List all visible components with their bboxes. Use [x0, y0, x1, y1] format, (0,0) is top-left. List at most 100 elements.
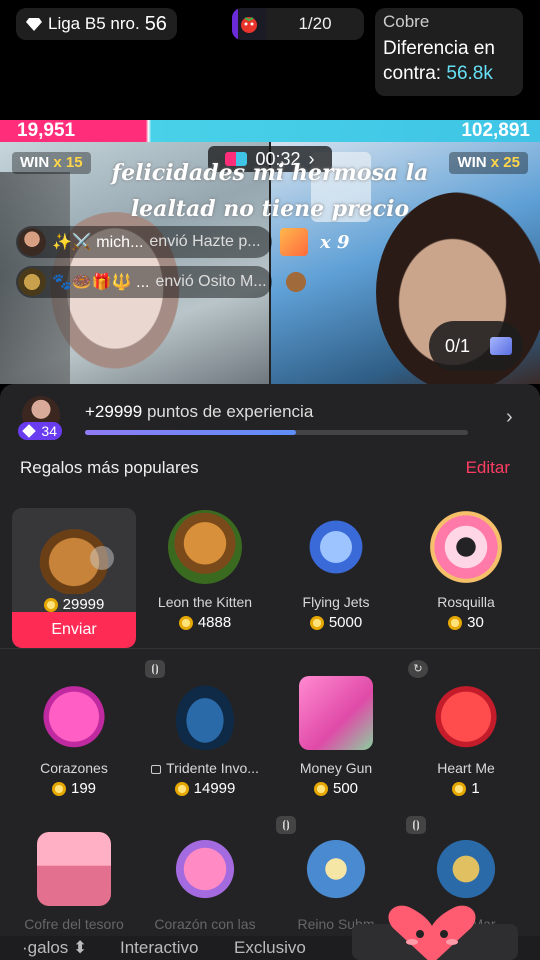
preview-icon[interactable] [90, 546, 114, 570]
gift-tridente[interactable]: ⦗⦘ Tridente Invo... 14999 [143, 660, 267, 797]
gift-leon-the-kitten[interactable]: Leon the Kitten 4888 [143, 510, 267, 631]
gift-price: 14999 [143, 780, 267, 797]
level-number: 34 [41, 423, 57, 439]
donut-gift-image [429, 510, 503, 584]
gift-reino-submarino[interactable]: ⦗⦘ Reino Subm [274, 816, 398, 932]
coin-icon [313, 781, 328, 796]
price-value: 1 [471, 780, 480, 797]
treasure-chest-gift-image [37, 832, 111, 906]
section-title: Regalos más populares [20, 458, 199, 477]
right-score: 102,891 [461, 120, 530, 141]
hearts-gift-image [37, 676, 111, 750]
tab-interactivo[interactable]: Interactivo [120, 938, 198, 958]
coin-icon [448, 615, 463, 630]
gift-name: Leon the Kitten [157, 594, 253, 610]
gift-name: Corazón con las [154, 916, 256, 932]
gift-event-1[interactable]: ✨⚔️ mich... envió Hazte p... [16, 226, 272, 258]
price-value: 199 [70, 780, 97, 797]
avatar [18, 268, 46, 296]
send-button[interactable]: Enviar [12, 612, 136, 648]
fan-badge-icon: ⦗⦘ [145, 660, 165, 678]
gift-price: 500 [274, 780, 398, 797]
gift-name: Flying Jets [302, 594, 370, 610]
gift-name: Money Gun [299, 760, 373, 776]
lock-icon [151, 765, 162, 774]
level-badge: 34 [18, 422, 62, 440]
lion-cub-gift-image [168, 510, 242, 584]
gift-combo: x 9 [320, 232, 350, 253]
gift-name: Heart Me [437, 760, 495, 776]
gift-name: Corazones [40, 760, 108, 776]
league-label: Liga B5 nro. [48, 14, 140, 33]
tab-regalos[interactable]: ·galos ⬍ [22, 938, 87, 958]
gift-rosquilla[interactable]: Rosquilla 30 [404, 510, 528, 631]
experience-points: +29999 [85, 402, 143, 421]
edit-button[interactable]: Editar [466, 458, 510, 478]
sender-name: ✨⚔️ mich... [52, 234, 144, 251]
bear-gift-icon [282, 268, 310, 296]
gift-corazon-con-las[interactable]: Corazón con las [143, 832, 267, 932]
gift-sent-text: envió Osito M... [155, 273, 267, 290]
fan-badge-icon: ⦗⦘ [406, 816, 426, 834]
gem-icon [22, 424, 36, 438]
live-stream[interactable]: WIN x 15 WIN x 25 00:32 › felicidades mi… [0, 142, 540, 384]
top-bar: Liga B5 nro. 56 1/20 Cobre Diferencia en… [0, 0, 540, 120]
fan-badge-icon: ⦗⦘ [276, 816, 296, 834]
price-value: 5000 [328, 614, 363, 631]
gift-event-2[interactable]: 🐾🍩🎁🔱 ... envió Osito M... [16, 266, 272, 298]
trident-gift-image [168, 676, 242, 750]
cobre-title: Cobre [383, 12, 430, 31]
tab-exclusivo[interactable]: Exclusivo [234, 938, 306, 958]
experience-label: puntos de experiencia [146, 402, 314, 421]
treasure-counter[interactable]: 0/1 [429, 321, 523, 371]
selected-gift-card[interactable]: 29999 Enviar [12, 508, 136, 648]
gift-thumbnail [280, 228, 308, 256]
difference-text: Diferencia en contra: 56.8k [383, 36, 515, 86]
gift-name-text: Tridente Invo... [166, 760, 259, 776]
floating-heart-icon [388, 905, 476, 960]
difference-value: 56.8k [446, 63, 493, 84]
chat-message-line1: felicidades mi hermosa la [111, 160, 429, 186]
avatar [18, 228, 46, 256]
battle-score-bar: 19,951 102,891 [0, 120, 540, 142]
experience-text: +29999 puntos de experiencia [85, 402, 313, 422]
league-badge[interactable]: Liga B5 nro. 56 [16, 8, 177, 40]
tomato-icon [232, 8, 266, 40]
gift-money-gun[interactable]: Money Gun 500 [274, 676, 398, 797]
gift-flying-jets[interactable]: Flying Jets 5000 [274, 510, 398, 631]
jets-gift-image [299, 510, 373, 584]
price-value: 14999 [193, 780, 236, 797]
round-indicator[interactable]: 1/20 [232, 8, 364, 40]
chevron-right-icon[interactable]: › [506, 406, 513, 429]
cobre-panel: Cobre Diferencia en contra: 56.8k [375, 8, 523, 96]
price-value: 29999 [62, 596, 105, 613]
chat-message-line2: lealtad no tiene precio [130, 196, 410, 222]
price-value: 30 [467, 614, 484, 631]
gift-heart-me[interactable]: ↻ Heart Me 1 [404, 660, 528, 797]
gift-price: 29999 [12, 596, 136, 613]
coin-icon [178, 615, 193, 630]
coin-icon [51, 781, 66, 796]
gift-price: 30 [404, 614, 528, 631]
divider [0, 648, 540, 649]
gift-price: 5000 [274, 614, 398, 631]
heart-me-gift-image [429, 676, 503, 750]
gift-name: Tridente Invo... [143, 760, 267, 776]
gift-name: Cofre del tesoro [24, 916, 124, 932]
refresh-badge-icon: ↻ [408, 660, 428, 678]
experience-row[interactable]: 34 +29999 puntos de experiencia › [0, 384, 540, 446]
diamond-icon [26, 18, 42, 31]
treasure-box-icon [490, 337, 513, 355]
gift-price: 4888 [143, 614, 267, 631]
coin-icon [309, 615, 324, 630]
sea-dragon-gift-image [429, 832, 503, 906]
gift-cofre-del-tesoro[interactable]: Cofre del tesoro [12, 832, 136, 932]
experience-progress-fill [85, 430, 296, 435]
price-value: 4888 [197, 614, 232, 631]
money-gun-gift-image [299, 676, 373, 750]
gift-corazones[interactable]: Corazones 199 [12, 676, 136, 797]
gift-sent-text: envió Hazte p... [149, 233, 261, 250]
gift-price: 199 [12, 780, 136, 797]
coin-icon [174, 781, 189, 796]
gift-price: 1 [404, 780, 528, 797]
